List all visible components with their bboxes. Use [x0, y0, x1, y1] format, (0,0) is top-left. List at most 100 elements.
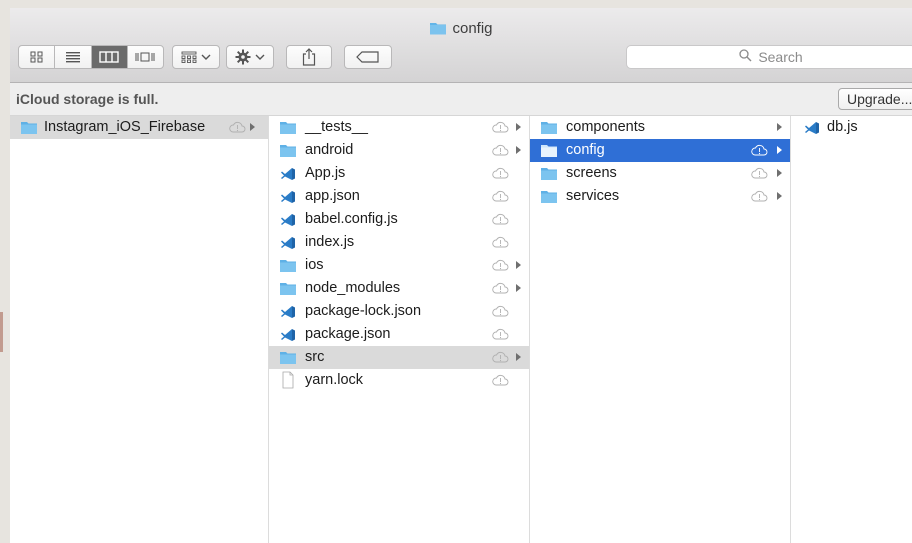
item-name: package.json — [305, 326, 391, 342]
item-name: Instagram_iOS_Firebase — [44, 119, 206, 135]
arrange-button[interactable] — [172, 45, 220, 69]
column-1: Instagram_iOS_Firebase — [10, 116, 269, 543]
share-icon — [302, 48, 316, 66]
icloud-status-icon — [492, 328, 509, 340]
icon-view-icon — [30, 51, 43, 63]
gallery-view-button[interactable] — [128, 46, 163, 68]
icloud-status-icon — [492, 213, 509, 225]
list-view-button[interactable] — [55, 46, 92, 68]
folder-row[interactable]: src — [269, 346, 529, 369]
disclosure-arrow-icon — [250, 123, 255, 131]
item-name: ios — [305, 257, 324, 273]
icloud-status-icon — [492, 259, 509, 271]
item-name: config — [566, 142, 605, 158]
folder-row[interactable]: services — [530, 185, 790, 208]
folder-icon — [280, 283, 296, 295]
item-name: babel.config.js — [305, 211, 398, 227]
folder-row[interactable]: node_modules — [269, 277, 529, 300]
column-view-button[interactable] — [91, 46, 128, 68]
icloud-status-icon — [492, 236, 509, 248]
column-3: components config screens services — [530, 116, 791, 543]
column-2: __tests__android App.js app.json babel.conf… — [269, 116, 530, 543]
disclosure-arrow-icon — [777, 169, 782, 177]
file-row[interactable]: app.json — [269, 185, 529, 208]
folder-icon — [280, 352, 296, 364]
search-field[interactable]: Search — [626, 45, 912, 69]
item-name: services — [566, 188, 620, 204]
window-edge — [0, 312, 3, 352]
upgrade-button[interactable]: Upgrade... — [838, 88, 912, 110]
disclosure-arrow-icon — [516, 123, 521, 131]
icloud-status-icon — [492, 167, 509, 179]
view-mode-segmented — [18, 45, 164, 69]
folder-row[interactable]: config — [530, 139, 790, 162]
vscode-file-icon — [281, 329, 295, 341]
folder-icon — [541, 191, 557, 203]
icloud-status-icon — [492, 190, 509, 202]
folder-row[interactable]: __tests__ — [269, 116, 529, 139]
folder-row[interactable]: ios — [269, 254, 529, 277]
icloud-status-icon — [492, 374, 509, 386]
item-name: __tests__ — [305, 119, 368, 135]
disclosure-arrow-icon — [516, 284, 521, 292]
folder-icon — [430, 23, 447, 35]
icloud-status-icon — [751, 167, 768, 179]
file-row[interactable]: App.js — [269, 162, 529, 185]
file-row[interactable]: index.js — [269, 231, 529, 254]
vscode-file-icon — [281, 237, 295, 249]
vscode-file-icon — [281, 306, 295, 318]
disclosure-arrow-icon — [516, 261, 521, 269]
edit-tags-button[interactable] — [344, 45, 392, 69]
file-row[interactable]: babel.config.js — [269, 208, 529, 231]
folder-icon — [280, 145, 296, 157]
folder-icon — [541, 145, 557, 157]
share-button[interactable] — [286, 45, 332, 69]
icloud-status-icon — [751, 144, 768, 156]
chevron-down-icon — [201, 54, 211, 60]
search-icon — [739, 49, 752, 65]
folder-icon — [541, 168, 557, 180]
item-name: package-lock.json — [305, 303, 422, 319]
folder-icon — [541, 122, 557, 134]
file-row[interactable]: package-lock.json — [269, 300, 529, 323]
folder-row[interactable]: Instagram_iOS_Firebase — [10, 116, 268, 139]
folder-row[interactable]: android — [269, 139, 529, 162]
item-name: android — [305, 142, 354, 158]
icloud-status-icon — [492, 305, 509, 317]
item-name: node_modules — [305, 280, 401, 296]
file-row[interactable]: package.json — [269, 323, 529, 346]
list-view-icon — [65, 52, 80, 63]
disclosure-arrow-icon — [516, 353, 521, 361]
icloud-banner: iCloud storage is full. Upgrade... — [10, 83, 912, 116]
vscode-file-icon — [281, 214, 295, 226]
icloud-status-icon — [492, 121, 509, 133]
item-name: screens — [566, 165, 617, 181]
disclosure-arrow-icon — [777, 146, 782, 154]
window-title: config — [10, 20, 912, 37]
icloud-status-icon — [229, 121, 246, 133]
folder-icon — [21, 122, 37, 134]
finder-window: config Search iCloud storage is full. Up… — [10, 8, 912, 543]
disclosure-arrow-icon — [516, 146, 521, 154]
window-title-text: config — [452, 20, 493, 37]
file-row[interactable]: yarn.lock — [269, 369, 529, 392]
folder-row[interactable]: screens — [530, 162, 790, 185]
item-name: components — [566, 119, 645, 135]
column-4: db.js — [791, 116, 912, 543]
disclosure-arrow-icon — [777, 123, 782, 131]
icloud-status-icon — [492, 351, 509, 363]
vscode-file-icon — [281, 168, 295, 180]
tag-icon — [356, 51, 379, 63]
file-row[interactable]: db.js — [791, 116, 912, 139]
folder-row[interactable]: components — [530, 116, 790, 139]
vscode-file-icon — [281, 191, 295, 203]
arrange-grid-icon — [181, 51, 197, 63]
icon-view-button[interactable] — [19, 46, 56, 68]
folder-icon — [280, 260, 296, 272]
item-name: index.js — [305, 234, 355, 250]
icloud-status-icon — [492, 144, 509, 156]
action-button[interactable] — [226, 45, 274, 69]
item-name: db.js — [827, 119, 858, 135]
icloud-status-icon — [492, 282, 509, 294]
item-name: App.js — [305, 165, 346, 181]
